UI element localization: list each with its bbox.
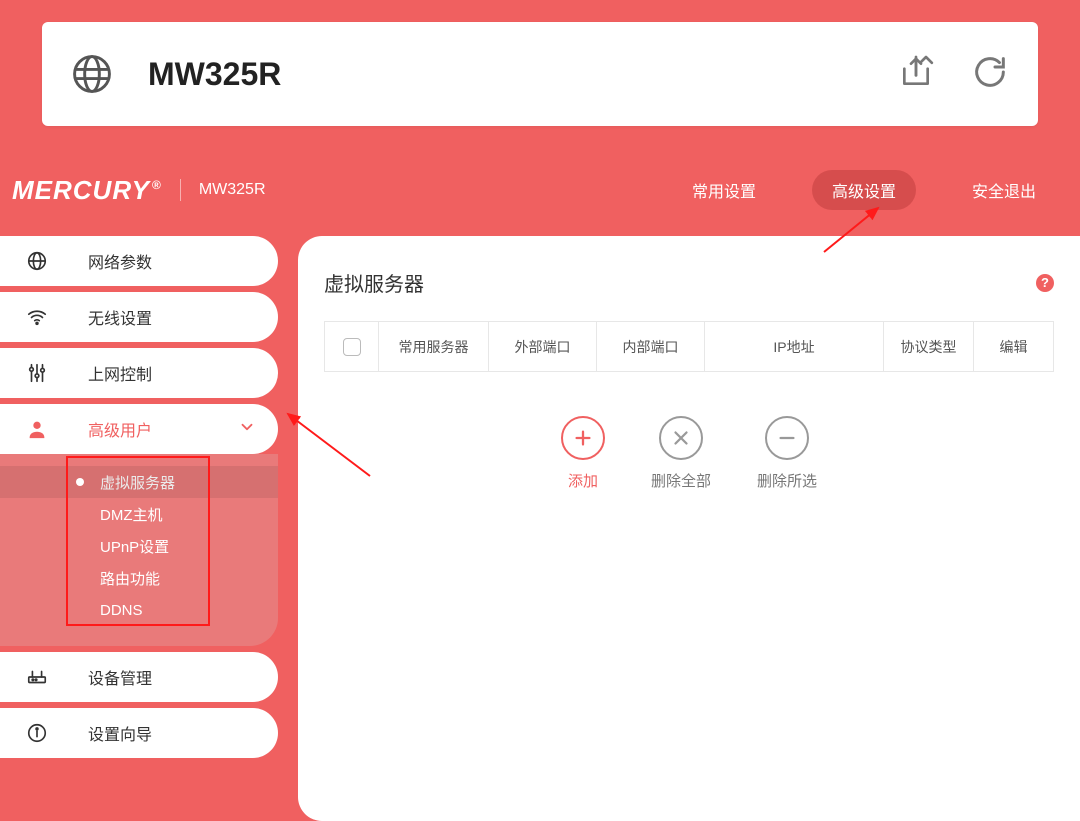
browser-address-bar: MW325R	[42, 22, 1038, 126]
sidebar-item-label: DMZ主机	[100, 504, 163, 525]
globe-icon	[22, 250, 52, 272]
column-header-common-server: 常用服务器	[379, 322, 489, 372]
globe-icon	[70, 52, 114, 96]
main-panel: 虚拟服务器 ? 常用服务器 外部端口 内部端口 IP地址 协议类型 编辑	[298, 236, 1080, 821]
column-header-proto: 协议类型	[884, 322, 974, 372]
nav-common-settings[interactable]: 常用设置	[672, 170, 776, 210]
submenu-route[interactable]: 路由功能	[0, 562, 278, 594]
submenu-dmz[interactable]: DMZ主机	[0, 498, 278, 530]
sidebar-item-wizard[interactable]: 设置向导	[0, 708, 278, 758]
brand-model: MW325R	[199, 181, 266, 199]
action-label: 删除所选	[757, 470, 817, 491]
submenu-upnp[interactable]: UPnP设置	[0, 530, 278, 562]
wifi-icon	[22, 306, 52, 328]
sidebar: 网络参数 无线设置 上网控制 高级用户	[0, 236, 278, 821]
help-icon[interactable]: ?	[1036, 274, 1054, 292]
sidebar-item-label: 设置向导	[88, 721, 152, 745]
sidebar-item-label: 高级用户	[88, 417, 152, 441]
x-icon	[659, 416, 703, 460]
nav-advanced-settings[interactable]: 高级设置	[812, 170, 916, 210]
action-label: 添加	[568, 470, 598, 491]
share-icon[interactable]	[896, 52, 936, 97]
chevron-down-icon	[238, 418, 256, 441]
delete-all-button[interactable]: 删除全部	[651, 416, 711, 491]
app-header: MERCURY® MW325R 常用设置 高级设置 安全退出	[0, 148, 1080, 232]
column-header-edit: 编辑	[974, 322, 1054, 372]
sidebar-item-control[interactable]: 上网控制	[0, 348, 278, 398]
sidebar-item-label: 无线设置	[88, 305, 152, 329]
app: MERCURY® MW325R 常用设置 高级设置 安全退出 网络参数 无线设置	[0, 148, 1080, 821]
column-header-checkbox	[325, 322, 379, 372]
minus-icon	[765, 416, 809, 460]
top-nav: 常用设置 高级设置 安全退出	[672, 170, 1056, 210]
sidebar-item-wireless[interactable]: 无线设置	[0, 292, 278, 342]
action-label: 删除全部	[651, 470, 711, 491]
column-header-ext-port: 外部端口	[489, 322, 597, 372]
submenu-virtual-server[interactable]: 虚拟服务器	[0, 466, 278, 498]
sidebar-item-label: 设备管理	[88, 665, 152, 689]
sidebar-item-network[interactable]: 网络参数	[0, 236, 278, 286]
sidebar-item-label: 路由功能	[100, 568, 160, 589]
delete-selected-button[interactable]: 删除所选	[757, 416, 817, 491]
nav-logout[interactable]: 安全退出	[952, 170, 1056, 210]
reload-icon[interactable]	[970, 52, 1010, 97]
sidebar-item-label: DDNS	[100, 602, 143, 619]
add-button[interactable]: 添加	[561, 416, 605, 491]
column-header-int-port: 内部端口	[597, 322, 705, 372]
user-icon	[22, 418, 52, 440]
select-all-checkbox[interactable]	[343, 338, 361, 356]
router-icon	[22, 666, 52, 688]
sidebar-item-advanced-user[interactable]: 高级用户	[0, 404, 278, 454]
sliders-icon	[22, 362, 52, 384]
sidebar-item-label: 虚拟服务器	[100, 472, 175, 493]
browser-title: MW325R	[148, 56, 896, 93]
info-icon	[22, 722, 52, 744]
sidebar-item-label: UPnP设置	[100, 536, 169, 557]
virtual-server-table: 常用服务器 外部端口 内部端口 IP地址 协议类型 编辑	[324, 321, 1054, 372]
plus-icon	[561, 416, 605, 460]
page-title: 虚拟服务器	[324, 268, 424, 297]
sidebar-item-device-mgmt[interactable]: 设备管理	[0, 652, 278, 702]
column-header-ip: IP地址	[705, 322, 884, 372]
sidebar-item-label: 网络参数	[88, 249, 152, 273]
sidebar-item-label: 上网控制	[88, 361, 152, 385]
submenu-ddns[interactable]: DDNS	[0, 594, 278, 626]
brand-logo: MERCURY®	[12, 175, 162, 206]
sidebar-submenu-advanced-user: 虚拟服务器 DMZ主机 UPnP设置 路由功能 DDNS	[0, 454, 278, 646]
table-actions: 添加 删除全部 删除所选	[324, 416, 1054, 491]
